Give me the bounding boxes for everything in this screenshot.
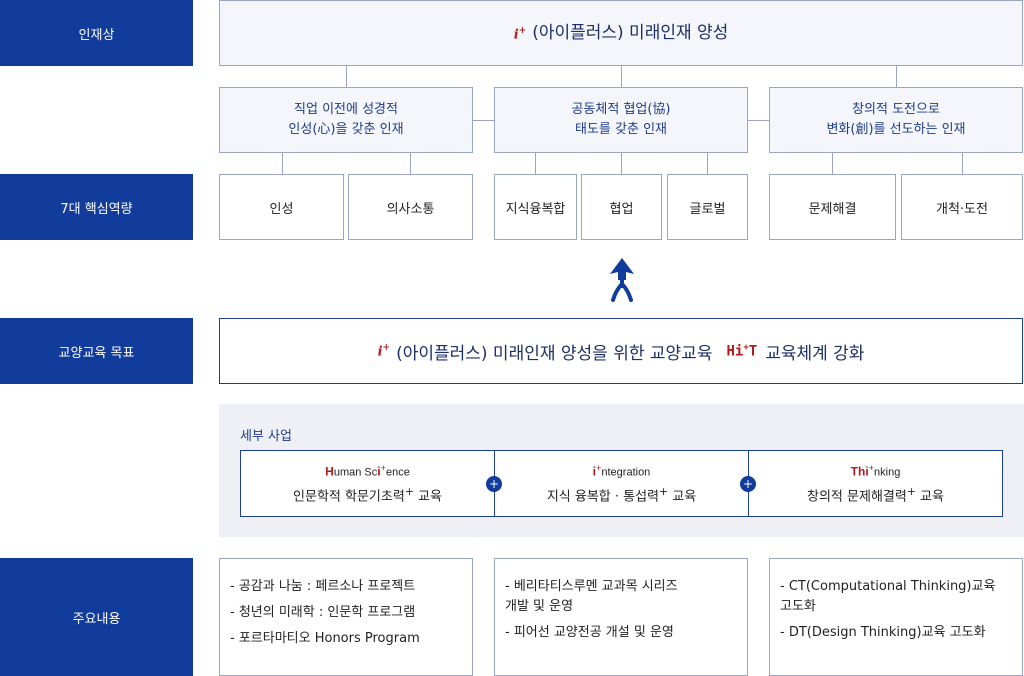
- logo-letter: T: [748, 343, 758, 360]
- row-label-competency: 7대 핵심역량: [0, 174, 193, 240]
- connector: [748, 120, 769, 121]
- row-label-goal: 교양교육 목표: [0, 318, 193, 384]
- plus-circle-icon: +: [740, 476, 756, 492]
- row-label-text: 주요내용: [72, 611, 121, 627]
- talent-line: 직업 이전에 성경적: [294, 102, 398, 117]
- competency-box: 개척·도전: [901, 174, 1023, 240]
- competency-label: 문제해결: [808, 201, 857, 217]
- goal-text: (아이플러스) 미래인재 양성을 위한 교양교육: [396, 343, 713, 364]
- plus-mark: +: [659, 484, 669, 498]
- row-label-text: 교양교육 목표: [58, 345, 135, 361]
- logo-text: ence: [385, 466, 410, 479]
- talent-box-3: 창의적 도전으로 변화(創)를 선도하는 인재: [769, 87, 1023, 153]
- content-item: - 청년의 미래학 : 인문학 프로그램: [230, 605, 416, 620]
- competency-box: 지식융복합: [494, 174, 577, 240]
- detail-desc: 지식 융복합 · 통섭력+ 교육: [547, 485, 696, 504]
- competency-label: 지식융복합: [505, 201, 566, 217]
- row-label-text: 인재상: [78, 27, 115, 43]
- connector: [707, 153, 708, 174]
- connector: [621, 66, 622, 87]
- detail-box-2: i+ntegration 지식 융복합 · 통섭력+ 교육: [494, 450, 749, 517]
- detail-desc: 인문학적 학문기초력+ 교육: [293, 485, 442, 504]
- content-item: - CT(Computational Thinking)교육 고도화: [780, 579, 996, 614]
- plus-circle-icon: +: [486, 476, 502, 492]
- talent-line: 창의적 도전으로: [852, 102, 940, 117]
- connector: [896, 66, 897, 87]
- row-label-content: 주요내용: [0, 558, 193, 676]
- content-box-2: - 베리타티스루멘 교과목 시리즈 개발 및 운영 - 피어선 교양전공 개설 …: [494, 558, 748, 676]
- competency-box: 글로벌: [667, 174, 748, 240]
- connector: [832, 153, 833, 174]
- connector: [473, 120, 494, 121]
- content-box-3: - CT(Computational Thinking)교육 고도화 - DT(…: [769, 558, 1023, 676]
- content-item: - 공감과 나눔 : 페르소나 프로젝트: [230, 579, 416, 594]
- logo-plus: +: [382, 342, 391, 353]
- row-label-text: 7대 핵심역량: [60, 201, 133, 217]
- talent-box-1: 직업 이전에 성경적 인성(心)을 갖춘 인재: [219, 87, 473, 153]
- content-item: - 피어선 교양전공 개설 및 운영: [505, 625, 674, 640]
- content-item: - 베리타티스루멘 교과목 시리즈 개발 및 운영: [505, 579, 678, 614]
- logo-text: uman Sc: [333, 466, 378, 479]
- connector: [962, 153, 963, 174]
- competency-box: 인성: [219, 174, 344, 240]
- detail-desc: 창의적 문제해결력+ 교육: [807, 485, 944, 504]
- detail-suffix: 교육: [418, 488, 442, 504]
- connector: [410, 153, 411, 174]
- competency-label: 인성: [269, 201, 294, 217]
- competency-label: 개척·도전: [936, 201, 988, 217]
- detail-suffix: 교육: [672, 488, 697, 504]
- connector: [346, 66, 347, 87]
- hit-logo-icon: Hi+T: [726, 343, 757, 360]
- competency-label: 글로벌: [689, 201, 726, 217]
- goal-box: i+ (아이플러스) 미래인재 양성을 위한 교양교육 Hi+T 교육체계 강화: [219, 318, 1023, 384]
- content-box-1: - 공감과 나눔 : 페르소나 프로젝트 - 청년의 미래학 : 인문학 프로그…: [219, 558, 473, 676]
- connector: [621, 153, 622, 174]
- talent-title: (아이플러스) 미래인재 양성: [532, 23, 729, 43]
- competency-box: 의사소통: [348, 174, 473, 240]
- i-plus-logo-icon: i+: [514, 21, 527, 45]
- logo-cap: Th: [850, 464, 866, 479]
- logo-plus: +: [518, 25, 527, 36]
- logo-text: ntegration: [601, 466, 651, 479]
- content-item: - DT(Design Thinking)교육 고도화: [780, 625, 986, 640]
- competency-label: 협업: [609, 201, 634, 217]
- content-item: - 포르타마티오 Honors Program: [230, 631, 420, 646]
- logo-cap: H: [325, 464, 334, 479]
- i-plus-logo-icon: i+: [378, 343, 391, 359]
- detail-desc-text: 인문학적 학문기초력: [293, 488, 405, 504]
- talent-line: 변화(創)를 선도하는 인재: [826, 122, 966, 137]
- up-arrow-icon: [610, 258, 634, 302]
- detail-label: 세부 사업: [240, 429, 292, 444]
- talent-line: 태도를 갖춘 인재: [575, 122, 667, 137]
- competency-box: 협업: [581, 174, 662, 240]
- logo-text: nking: [874, 466, 901, 479]
- talent-title-box: i+ (아이플러스) 미래인재 양성: [219, 0, 1023, 66]
- talent-line: 인성(心)을 갖춘 인재: [288, 122, 404, 137]
- integration-logo-icon: i+ntegration: [593, 463, 651, 479]
- detail-desc-text: 지식 융복합 · 통섭력: [546, 488, 660, 504]
- talent-line: 공동체적 협업(協): [571, 102, 671, 117]
- row-label-talent: 인재상: [0, 0, 193, 66]
- goal-text-suffix: 교육체계 강화: [765, 343, 865, 364]
- detail-box-1: Human Sci+ence 인문학적 학문기초력+ 교육: [240, 450, 495, 517]
- talent-box-2: 공동체적 협업(協) 태도를 갖춘 인재: [494, 87, 748, 153]
- connector: [282, 153, 283, 174]
- competency-box: 문제해결: [769, 174, 896, 240]
- detail-box-3: Thi+nking 창의적 문제해결력+ 교육: [748, 450, 1003, 517]
- competency-label: 의사소통: [386, 201, 435, 217]
- plus-mark: +: [906, 484, 916, 498]
- detail-desc-text: 창의적 문제해결력: [807, 488, 907, 504]
- thinking-logo-icon: Thi+nking: [851, 463, 901, 479]
- logo-letter: Hi: [726, 343, 744, 360]
- connector: [535, 153, 536, 174]
- detail-suffix: 교육: [920, 488, 944, 504]
- plus-mark: +: [404, 484, 414, 498]
- human-science-logo-icon: Human Sci+ence: [325, 463, 410, 479]
